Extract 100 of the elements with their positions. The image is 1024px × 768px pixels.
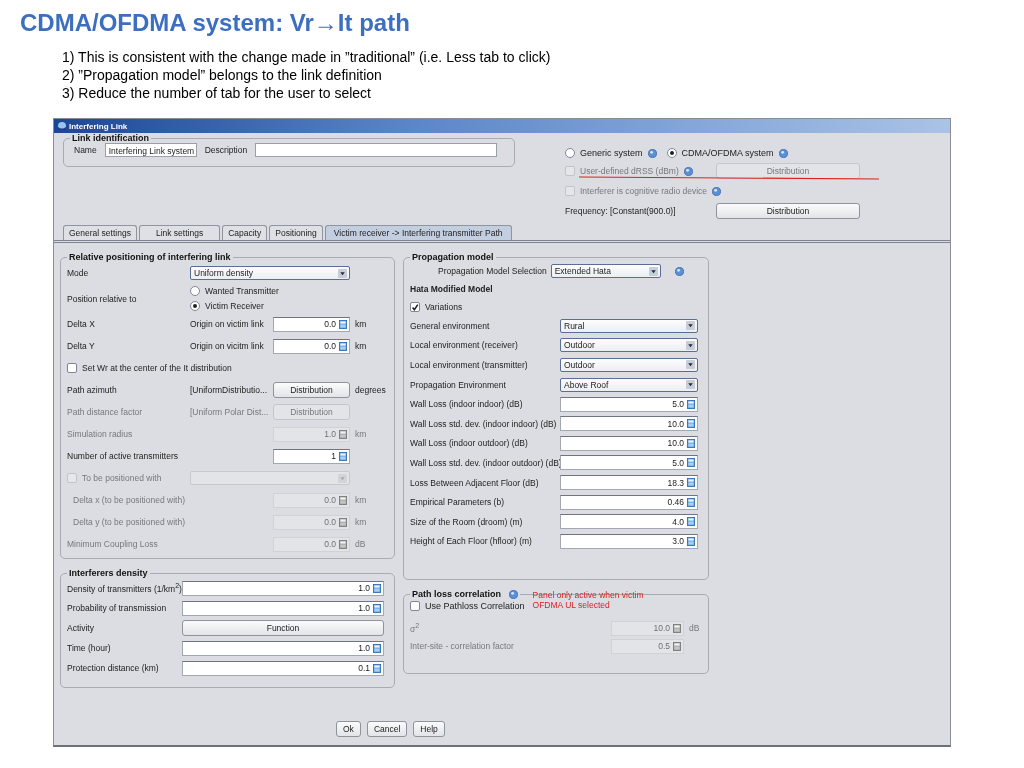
field-label: Height of Each Floor (hfloor) (m) — [410, 536, 533, 547]
field-label: Delta y (to be positioned with) — [72, 517, 186, 527]
help-icon[interactable] — [674, 266, 684, 276]
checkbox-label: Set Wr at the center of the It distribution — [82, 363, 232, 373]
calculator-icon[interactable] — [339, 451, 347, 461]
dialog-button[interactable]: Cancel — [366, 721, 408, 737]
field-label: Wall Loss std. dev. (indoor indoor) (dB) — [410, 418, 558, 429]
number-field[interactable]: 1.0 — [182, 640, 384, 656]
description-field[interactable] — [255, 143, 498, 157]
dialog-button[interactable]: Ok — [336, 721, 361, 737]
field-label: Minimum Coupling Loss — [67, 539, 159, 549]
calculator-icon[interactable] — [339, 341, 347, 351]
checkbox[interactable] — [410, 302, 420, 312]
number-field[interactable]: 5.0 — [560, 396, 698, 412]
number-field[interactable]: 0.0 — [273, 316, 350, 332]
calculator-icon[interactable] — [373, 583, 381, 593]
help-icon[interactable] — [683, 166, 693, 176]
calculator-icon[interactable] — [373, 643, 381, 653]
calculator-icon[interactable] — [373, 663, 381, 673]
tab[interactable]: Link settings — [138, 225, 221, 240]
dropdown-arrow-icon[interactable] — [686, 321, 695, 331]
dropdown-arrow-icon[interactable] — [648, 266, 658, 276]
panel-title: Path loss correlation — [412, 589, 502, 599]
number-field[interactable]: 1.0 — [182, 580, 384, 596]
dropdown[interactable]: Rural — [560, 318, 698, 333]
unit-label: km — [355, 319, 367, 329]
number-field[interactable]: 0.1 — [182, 660, 384, 676]
number-field[interactable]: 4.0 — [560, 514, 698, 530]
calculator-icon[interactable] — [687, 419, 695, 429]
tab[interactable]: Positioning — [269, 225, 323, 240]
dropdown[interactable]: Outdoor — [560, 338, 698, 353]
calculator-icon[interactable] — [687, 438, 695, 448]
dialog-button[interactable]: Help — [413, 721, 445, 737]
unit-label: km — [355, 517, 367, 527]
distribution-button[interactable]: Distribution — [273, 382, 350, 398]
calculator-icon[interactable] — [373, 603, 381, 613]
radio-label: Generic system — [580, 148, 643, 158]
tab[interactable]: General settings — [63, 225, 137, 240]
note-text: 1) This is consistent with the change made in ”traditional” (i.e. Less tab to click) — [62, 48, 552, 66]
calculator-icon[interactable] — [687, 458, 695, 468]
radio-label: Wanted Transmitter — [205, 286, 279, 296]
model-name: Hata Modified Model — [410, 283, 494, 296]
panel-title: Link identification — [71, 133, 150, 143]
calculator-icon[interactable] — [687, 517, 695, 527]
help-icon[interactable] — [712, 186, 722, 196]
dropdown-arrow-icon[interactable] — [686, 380, 695, 390]
number-field[interactable]: 3.0 — [560, 533, 698, 549]
help-icon[interactable] — [509, 589, 519, 599]
calculator-icon[interactable] — [687, 399, 695, 409]
name-field[interactable]: Interfering Link system — [104, 143, 197, 157]
field-label: Description — [204, 145, 248, 155]
distribution-button[interactable]: Function — [182, 620, 384, 636]
field-label: Number of active transmitters — [67, 451, 179, 461]
dropdown[interactable]: Extended Hata — [550, 264, 661, 278]
field-label: Empirical Parameters (b) — [410, 497, 505, 508]
field-label: Loss Between Adjacent Floor (dB) — [410, 477, 540, 488]
field-label: Delta x (to be positioned with) — [72, 495, 186, 505]
number-field[interactable]: 0.0 — [273, 338, 350, 354]
radio-label: Victim Receiver — [205, 301, 264, 311]
radio-button[interactable] — [565, 148, 575, 158]
field-label: Path distance factor — [67, 407, 144, 417]
dropdown-arrow-icon[interactable] — [338, 268, 347, 278]
checkbox-label: Interferer is cognitive radio device — [580, 186, 708, 196]
number-field[interactable]: 1.0 — [182, 600, 384, 616]
field-label: Local environment (receiver) — [410, 340, 519, 351]
field-label: Density of transmitters (1/km$^{2}$) — [67, 582, 182, 594]
calculator-icon[interactable] — [339, 319, 347, 329]
unit-label: km — [355, 341, 367, 351]
dropdown[interactable]: Above Roof — [560, 377, 698, 392]
number-field[interactable]: 1 — [273, 448, 350, 464]
number-field[interactable]: 0.46 — [560, 494, 698, 510]
dropdown[interactable]: Uniform density — [190, 266, 350, 280]
number-field[interactable]: 10.0 — [560, 435, 698, 451]
checkbox[interactable] — [67, 363, 77, 373]
dropdown-arrow-icon[interactable] — [686, 360, 695, 370]
distribution-button[interactable]: Distribution — [716, 203, 860, 219]
radio-button[interactable] — [666, 148, 677, 158]
dropdown[interactable]: Outdoor — [560, 358, 698, 372]
help-icon[interactable] — [778, 148, 788, 158]
field-label: σ$^{2}$ — [410, 622, 421, 634]
tab[interactable]: Capacity — [222, 225, 268, 240]
app-icon — [57, 121, 67, 131]
number-field[interactable]: 18.3 — [560, 475, 698, 491]
unit-label: dB — [689, 623, 700, 633]
number-field[interactable]: 5.0 — [560, 455, 698, 471]
help-icon[interactable] — [647, 148, 657, 158]
number-field[interactable]: 10.0 — [560, 416, 698, 432]
field-hint: [Uniform Polar Dist... — [190, 407, 270, 417]
tab[interactable]: Victim receiver -> Interfering transmitter Path — [324, 225, 512, 240]
field-label: Activity — [67, 623, 95, 633]
radio-button[interactable] — [190, 286, 200, 296]
calculator-icon[interactable] — [687, 478, 695, 488]
checkbox[interactable] — [410, 601, 420, 611]
panel-title: Interferers density — [68, 568, 149, 578]
field-label: Propagation Model Selection — [438, 266, 547, 276]
calculator-icon[interactable] — [687, 536, 695, 546]
field-label: Path azimuth — [67, 385, 118, 395]
unit-label: dB — [355, 539, 366, 549]
radio-button[interactable] — [190, 301, 200, 311]
calculator-icon[interactable] — [687, 497, 695, 507]
